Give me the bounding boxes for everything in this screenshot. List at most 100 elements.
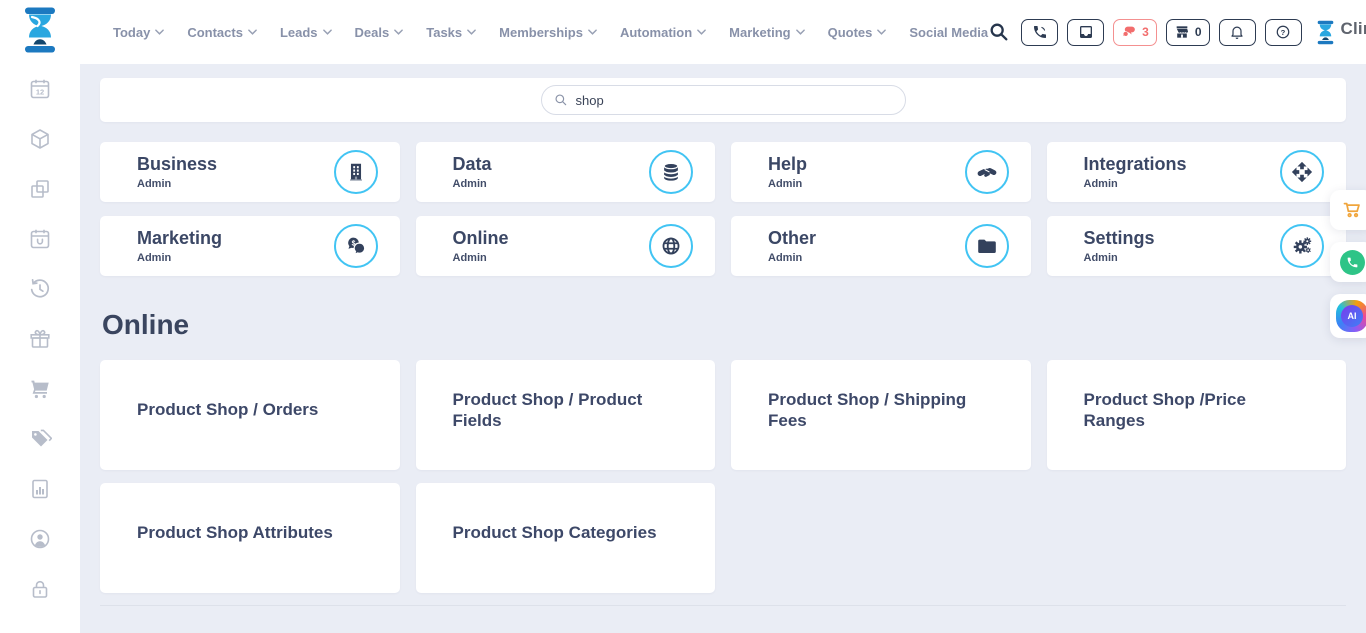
top-header: Today Contacts Leads Deals Tasks Members… [0,0,1366,64]
search-input[interactable] [576,93,893,108]
nav-label: Automation [620,25,692,40]
nav-item-contacts[interactable]: Contacts [187,25,257,40]
nav-item-automation[interactable]: Automation [620,25,706,40]
category-subtitle: Admin [768,252,816,264]
floating-actions: AI [1330,190,1366,338]
chevron-down-icon [155,29,164,35]
chevron-down-icon [248,29,257,35]
chevron-down-icon [323,29,332,35]
notifications-button[interactable] [1219,19,1256,46]
result-card-label: Product Shop Attributes [137,522,333,543]
search-input-icon [554,93,568,107]
nav-item-quotes[interactable]: Quotes [828,25,887,40]
category-text: Online Admin [453,228,509,264]
nav-item-tasks[interactable]: Tasks [426,25,476,40]
floating-cart-button[interactable] [1330,190,1366,230]
sidebar-history-icon[interactable] [28,277,52,301]
cart-icon [1341,199,1363,221]
storefront-icon [1174,24,1190,40]
category-title: Data [453,154,492,175]
category-card-marketing[interactable]: Marketing Admin $ [100,216,400,276]
result-card-orders[interactable]: Product Shop / Orders [100,360,400,470]
nav-label: Deals [355,25,390,40]
chevron-down-icon [697,29,706,35]
nav-item-today[interactable]: Today [113,25,164,40]
move-arrows-icon [1280,150,1324,194]
category-card-integrations[interactable]: Integrations Admin [1047,142,1347,202]
chevron-down-icon [394,29,403,35]
category-card-business[interactable]: Business Admin [100,142,400,202]
category-card-help[interactable]: Help Admin [731,142,1031,202]
nav-item-leads[interactable]: Leads [280,25,332,40]
phone-button[interactable] [1021,19,1058,46]
sidebar-copy-icon[interactable] [28,177,52,201]
store-button[interactable]: 0 [1166,19,1210,46]
building-icon [334,150,378,194]
brand-name: ClinicSoftware [1341,19,1366,38]
main-nav: Today Contacts Leads Deals Tasks Members… [113,25,988,40]
category-subtitle: Admin [1084,178,1187,190]
chevron-down-icon [877,29,886,35]
result-card-label: Product Shop / Shipping Fees [768,389,983,432]
result-grid: Product Shop / Orders Product Shop / Pro… [100,360,1346,593]
result-card-price-ranges[interactable]: Product Shop /Price Ranges [1047,360,1347,470]
section-end-divider [100,605,1346,606]
nav-label: Quotes [828,25,873,40]
brand-text: ClinicSoftware.com TEN STEPS AHEAD [1341,20,1366,45]
result-card-categories[interactable]: Product Shop Categories [416,483,716,593]
nav-item-deals[interactable]: Deals [355,25,404,40]
sidebar-cube-icon[interactable] [28,127,52,151]
sidebar-tags-icon[interactable] [28,427,52,451]
search-icon[interactable] [988,21,1010,43]
nav-label: Today [113,25,150,40]
category-text: Settings Admin [1084,228,1155,264]
floating-ai-button[interactable]: AI [1330,294,1366,338]
category-title: Marketing [137,228,222,249]
help-button[interactable]: ? [1265,19,1302,46]
sidebar-cart-icon[interactable] [28,377,52,401]
category-card-data[interactable]: Data Admin [416,142,716,202]
result-card-label: Product Shop / Product Fields [453,389,668,432]
nav-item-marketing[interactable]: Marketing [729,25,804,40]
category-card-other[interactable]: Other Admin [731,216,1031,276]
inbox-button[interactable] [1067,19,1104,46]
category-card-settings[interactable]: Settings Admin [1047,216,1347,276]
sidebar-user-icon[interactable] [28,527,52,551]
category-text: Integrations Admin [1084,154,1187,190]
nav-item-social-media[interactable]: Social Media [909,25,988,40]
result-card-shipping-fees[interactable]: Product Shop / Shipping Fees [731,360,1031,470]
category-title: Integrations [1084,154,1187,175]
category-subtitle: Admin [137,178,217,190]
store-count: 0 [1195,25,1202,39]
nav-label: Tasks [426,25,462,40]
chat-button[interactable]: 3 [1113,19,1157,46]
sidebar-gift-icon[interactable] [28,327,52,351]
sidebar-lock-icon[interactable] [28,577,52,601]
result-card-attributes[interactable]: Product Shop Attributes [100,483,400,593]
chevron-down-icon [588,29,597,35]
question-icon: ? [1275,24,1291,40]
category-text: Help Admin [768,154,807,190]
sidebar-calendar-event-icon[interactable] [28,227,52,251]
category-card-online[interactable]: Online Admin [416,216,716,276]
category-subtitle: Admin [453,252,509,264]
sidebar-report-icon[interactable] [28,477,52,501]
chevron-down-icon [796,29,805,35]
category-subtitle: Admin [1084,252,1155,264]
floating-whatsapp-button[interactable] [1330,242,1366,282]
category-text: Data Admin [453,154,492,190]
category-text: Marketing Admin [137,228,222,264]
nav-label: Leads [280,25,318,40]
sidebar-calendar-12-icon[interactable]: 12 [28,77,52,101]
inbox-icon [1078,24,1094,40]
category-text: Business Admin [137,154,217,190]
app-logo-hourglass-icon[interactable] [20,6,60,59]
chat-dollar-icon: $ [334,224,378,268]
category-title: Business [137,154,217,175]
result-card-product-fields[interactable]: Product Shop / Product Fields [416,360,716,470]
phone-icon [1032,24,1048,40]
search-box [541,85,906,115]
nav-item-memberships[interactable]: Memberships [499,25,597,40]
nav-label: Marketing [729,25,790,40]
clinicsoftware-logo[interactable]: ClinicSoftware.com TEN STEPS AHEAD [1315,20,1366,45]
